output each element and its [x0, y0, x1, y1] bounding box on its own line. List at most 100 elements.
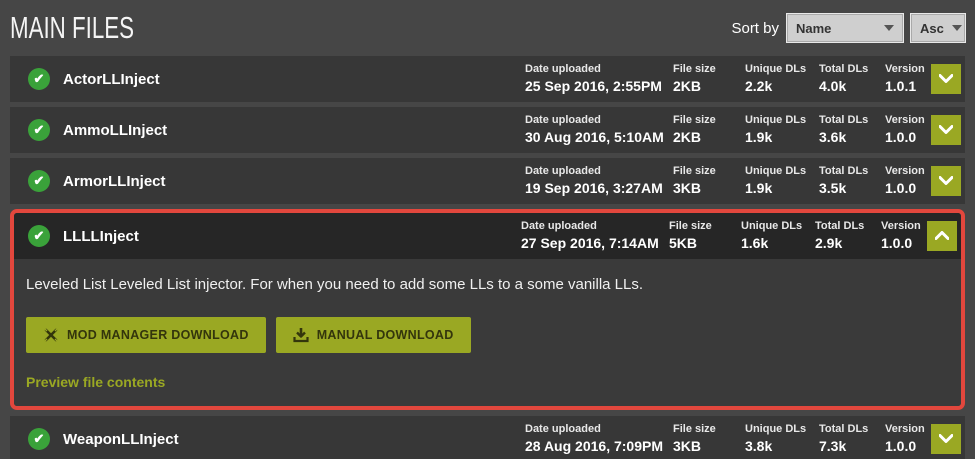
- date-value: 19 Sep 2016, 3:27AM: [525, 179, 673, 198]
- col-label-date: Date uploaded: [525, 113, 673, 128]
- version-value: 1.0.0: [885, 179, 931, 198]
- file-stats: Date uploaded30 Aug 2016, 5:10AM File si…: [525, 113, 961, 147]
- file-name: ArmorLLInject: [63, 173, 525, 190]
- download-tray-icon: [293, 327, 309, 343]
- chevron-down-icon: [939, 434, 953, 443]
- expand-button[interactable]: [931, 166, 961, 196]
- unique-value: 1.9k: [745, 179, 819, 198]
- size-value: 2KB: [673, 77, 745, 96]
- col-label-size: File size: [673, 164, 745, 179]
- collapse-button[interactable]: [927, 221, 957, 251]
- col-label-date: Date uploaded: [525, 62, 673, 77]
- file-row-llllinject[interactable]: ✔ LLLLInject Date uploaded27 Sep 2016, 7…: [14, 213, 961, 259]
- mod-manager-download-label: MOD MANAGER DOWNLOAD: [67, 328, 249, 342]
- version-value: 1.0.0: [881, 234, 927, 253]
- col-label-version: Version: [885, 113, 931, 128]
- file-details: Leveled List Leveled List injector. For …: [14, 259, 961, 406]
- chevron-down-icon: [939, 125, 953, 134]
- file-name: LLLLInject: [63, 228, 521, 245]
- sort-field-dropdown[interactable]: Name: [787, 14, 903, 42]
- expand-button[interactable]: [931, 424, 961, 454]
- col-label-version: Version: [885, 164, 931, 179]
- chevron-down-icon: [939, 74, 953, 83]
- col-label-size: File size: [673, 113, 745, 128]
- mod-manager-download-button[interactable]: MOD MANAGER DOWNLOAD: [26, 317, 266, 353]
- file-stats: Date uploaded19 Sep 2016, 3:27AM File si…: [525, 164, 961, 198]
- col-label-size: File size: [669, 219, 741, 234]
- col-label-version: Version: [881, 219, 927, 234]
- download-buttons: MOD MANAGER DOWNLOAD MANUAL DOWNLOAD: [26, 317, 947, 353]
- page-title: MAIN FILES: [10, 10, 134, 46]
- check-circle-icon: ✔: [28, 225, 50, 247]
- col-label-unique: Unique DLs: [745, 113, 819, 128]
- date-value: 28 Aug 2016, 7:09PM: [525, 437, 673, 456]
- unique-value: 3.8k: [745, 437, 819, 456]
- total-value: 4.0k: [819, 77, 885, 96]
- total-value: 3.6k: [819, 128, 885, 147]
- file-stats: Date uploaded28 Aug 2016, 7:09PM File si…: [525, 422, 961, 456]
- col-label-unique: Unique DLs: [745, 62, 819, 77]
- col-label-date: Date uploaded: [521, 219, 669, 234]
- file-row-weaponllinject[interactable]: ✔ WeaponLLInject Date uploaded28 Aug 201…: [10, 416, 965, 459]
- col-label-date: Date uploaded: [525, 164, 673, 179]
- chevron-up-icon: [935, 231, 949, 240]
- col-label-version: Version: [885, 422, 931, 437]
- check-circle-icon: ✔: [28, 170, 50, 192]
- col-label-total: Total DLs: [815, 219, 881, 234]
- version-value: 1.0.0: [885, 437, 931, 456]
- sort-controls: Sort by Name Asc: [731, 14, 965, 42]
- col-label-total: Total DLs: [819, 113, 885, 128]
- sort-by-label: Sort by: [731, 20, 779, 37]
- file-name: WeaponLLInject: [63, 431, 525, 448]
- chevron-down-icon: [884, 25, 894, 31]
- main-files-panel: MAIN FILES Sort by Name Asc ✔ ActorLLInj…: [0, 0, 975, 459]
- col-label-total: Total DLs: [819, 62, 885, 77]
- col-label-version: Version: [885, 62, 931, 77]
- file-name: AmmoLLInject: [63, 122, 525, 139]
- version-value: 1.0.0: [885, 128, 931, 147]
- file-stats: Date uploaded27 Sep 2016, 7:14AM File si…: [521, 219, 957, 253]
- total-value: 7.3k: [819, 437, 885, 456]
- file-description: Leveled List Leveled List injector. For …: [26, 276, 947, 293]
- size-value: 3KB: [673, 437, 745, 456]
- file-stats: Date uploaded25 Sep 2016, 2:55PM File si…: [525, 62, 961, 96]
- col-label-unique: Unique DLs: [745, 422, 819, 437]
- unique-value: 2.2k: [745, 77, 819, 96]
- size-value: 3KB: [673, 179, 745, 198]
- chevron-down-icon: [952, 25, 962, 31]
- manual-download-label: MANUAL DOWNLOAD: [317, 328, 454, 342]
- total-value: 2.9k: [815, 234, 881, 253]
- file-row-armorllinject[interactable]: ✔ ArmorLLInject Date uploaded19 Sep 2016…: [10, 158, 965, 204]
- expanded-file-section: ✔ LLLLInject Date uploaded27 Sep 2016, 7…: [10, 209, 965, 410]
- file-name: ActorLLInject: [63, 71, 525, 88]
- check-circle-icon: ✔: [28, 68, 50, 90]
- unique-value: 1.6k: [741, 234, 815, 253]
- col-label-unique: Unique DLs: [741, 219, 815, 234]
- sort-direction-value: Asc: [920, 21, 944, 36]
- version-value: 1.0.1: [885, 77, 931, 96]
- size-value: 5KB: [669, 234, 741, 253]
- col-label-unique: Unique DLs: [745, 164, 819, 179]
- col-label-size: File size: [673, 422, 745, 437]
- check-circle-icon: ✔: [28, 428, 50, 450]
- date-value: 30 Aug 2016, 5:10AM: [525, 128, 673, 147]
- sort-direction-dropdown[interactable]: Asc: [911, 14, 965, 42]
- date-value: 27 Sep 2016, 7:14AM: [521, 234, 669, 253]
- col-label-size: File size: [673, 62, 745, 77]
- size-value: 2KB: [673, 128, 745, 147]
- expand-button[interactable]: [931, 115, 961, 145]
- preview-file-contents-link[interactable]: Preview file contents: [26, 374, 165, 390]
- unique-value: 1.9k: [745, 128, 819, 147]
- sort-field-value: Name: [796, 21, 831, 36]
- expand-button[interactable]: [931, 64, 961, 94]
- chevron-down-icon: [939, 176, 953, 185]
- col-label-total: Total DLs: [819, 422, 885, 437]
- file-row-actorllinject[interactable]: ✔ ActorLLInject Date uploaded25 Sep 2016…: [10, 56, 965, 102]
- manual-download-button[interactable]: MANUAL DOWNLOAD: [276, 317, 471, 353]
- header-bar: MAIN FILES Sort by Name Asc: [10, 0, 965, 56]
- date-value: 25 Sep 2016, 2:55PM: [525, 77, 673, 96]
- check-circle-icon: ✔: [28, 119, 50, 141]
- col-label-date: Date uploaded: [525, 422, 673, 437]
- crossed-wrenches-icon: [43, 327, 59, 343]
- file-row-ammollinject[interactable]: ✔ AmmoLLInject Date uploaded30 Aug 2016,…: [10, 107, 965, 153]
